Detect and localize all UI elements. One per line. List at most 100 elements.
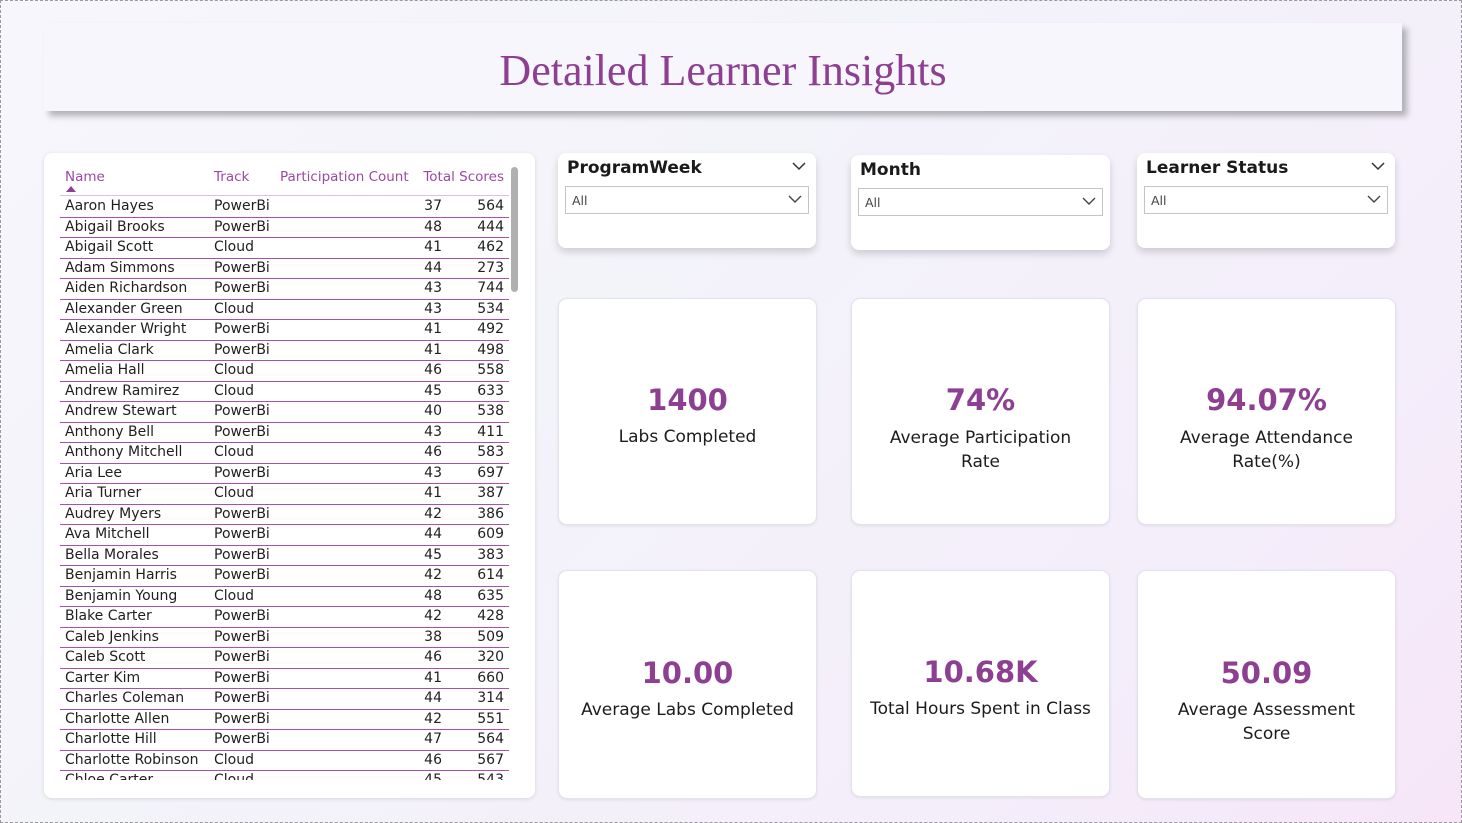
kpi-card-average-assessment-score: 50.09 Average Assessment Score [1137,570,1396,799]
cell-track: PowerBi [214,710,270,727]
cell-track: PowerBi [214,403,270,419]
cell-participation-count: 46 [424,751,442,768]
table-row[interactable]: Benjamin Young Cloud 48 635 [60,587,509,607]
cell-track: Cloud [214,362,254,378]
cell-name: Caleb Jenkins [65,628,159,645]
cell-name: Charles Coleman [65,690,185,706]
cell-participation-count: 48 [424,218,442,235]
table-row[interactable]: Bella Morales PowerBi 45 383 [60,546,509,566]
kpi-value: 1400 [647,383,728,417]
table-row[interactable]: Ava Mitchell PowerBi 44 609 [60,525,509,546]
cell-name: Amelia Hall [65,362,145,378]
cell-track: PowerBi [214,546,270,563]
table-row[interactable]: Amelia Clark PowerBi 41 498 [60,341,509,361]
cell-total-scores: 543 [477,772,504,780]
cell-name: Benjamin Harris [65,567,177,583]
kpi-label: Average Attendance Rate(%) [1180,428,1353,472]
table-row[interactable]: Charlotte Robinson Cloud 46 567 [60,751,509,771]
table-row[interactable]: Caleb Scott PowerBi 46 320 [60,648,509,669]
cell-name: Caleb Scott [65,649,146,665]
cell-name: Audrey Myers [65,505,162,522]
dropdown-value: All [865,195,881,210]
cell-participation-count: 46 [424,649,442,665]
table-row[interactable]: Aiden Richardson PowerBi 43 744 [60,279,509,300]
learner-table[interactable]: Name Track Participation Count Total Sco… [44,153,535,798]
column-header-participation-count[interactable]: Participation Count [280,169,409,185]
table-row[interactable]: Chloe Carter Cloud 45 543 [60,771,509,780]
cell-track: PowerBi [214,628,270,645]
cell-track: PowerBi [214,567,270,583]
cell-total-scores: 509 [477,628,504,645]
table-row[interactable]: Alexander Green Cloud 43 534 [60,300,509,320]
table-row[interactable]: Anthony Mitchell Cloud 46 583 [60,443,509,464]
table-row[interactable]: Blake Carter PowerBi 42 428 [60,607,509,628]
cell-track: PowerBi [214,423,270,440]
cell-total-scores: 567 [477,751,504,768]
cell-track: PowerBi [214,505,270,522]
kpi-value: 50.09 [1220,656,1313,690]
slicer-month[interactable]: Month All [851,155,1110,250]
slicer-learner-status[interactable]: Learner Status All [1137,153,1395,248]
table-row[interactable]: Audrey Myers PowerBi 42 386 [60,505,509,525]
kpi-label: Average Participation Rate [889,428,1072,472]
table-row[interactable]: Aria Turner Cloud 41 387 [60,484,509,505]
cell-name: Blake Carter [65,608,152,624]
table-row[interactable]: Aaron Hayes PowerBi 37 564 [60,197,509,218]
table-row[interactable]: Charlotte Allen PowerBi 42 551 [60,710,509,730]
slicer-programweek[interactable]: ProgramWeek All [558,153,816,248]
slicer-title: ProgramWeek [567,158,702,178]
table-row[interactable]: Charles Coleman PowerBi 44 314 [60,689,509,710]
cell-track: PowerBi [214,464,270,481]
table-row[interactable]: Abigail Scott Cloud 41 462 [60,238,509,259]
chevron-down-icon [1082,197,1096,205]
table-scrollbar[interactable] [511,167,519,785]
slicer-title: Month [860,160,921,180]
kpi-card-labs-completed: 1400 Labs Completed [558,298,817,525]
cell-track: PowerBi [214,669,270,686]
kpi-card-average-participation-rate: 74% Average Participation Rate [851,298,1110,525]
table-row[interactable]: Andrew Stewart PowerBi 40 538 [60,402,509,423]
table-row[interactable]: Andrew Ramirez Cloud 45 633 [60,382,509,402]
table-row[interactable]: Abigail Brooks PowerBi 48 444 [60,218,509,238]
cell-total-scores: 320 [477,649,504,665]
cell-participation-count: 46 [424,444,442,460]
learner-status-dropdown[interactable]: All [1144,186,1388,214]
cell-total-scores: 558 [477,362,504,378]
cell-participation-count: 45 [424,772,442,780]
column-header-track[interactable]: Track [214,169,249,185]
table-row[interactable]: Alexander Wright PowerBi 41 492 [60,320,509,341]
table-row[interactable]: Amelia Hall Cloud 46 558 [60,361,509,382]
chevron-down-icon [788,195,802,203]
cell-participation-count: 42 [424,608,442,624]
cell-participation-count: 40 [424,403,442,419]
table-row[interactable]: Benjamin Harris PowerBi 42 614 [60,566,509,587]
cell-name: Ava Mitchell [65,526,150,542]
table-body: Aaron Hayes PowerBi 37 564 Abigail Brooks Pow… [60,197,509,780]
table-row[interactable]: Aria Lee PowerBi 43 697 [60,464,509,484]
table-row[interactable]: Charlotte Hill PowerBi 47 564 [60,730,509,751]
kpi-label: Average Labs Completed [581,700,794,720]
chevron-down-icon[interactable] [1371,161,1385,171]
kpi-value: 10.68K [923,655,1038,689]
month-dropdown[interactable]: All [858,188,1103,216]
cell-participation-count: 41 [424,669,442,686]
table-row[interactable]: Anthony Bell PowerBi 43 411 [60,423,509,443]
table-row[interactable]: Carter Kim PowerBi 41 660 [60,669,509,689]
cell-total-scores: 614 [477,567,504,583]
chevron-down-icon[interactable] [792,161,806,171]
cell-participation-count: 44 [424,526,442,542]
cell-name: Charlotte Robinson [65,751,199,768]
cell-participation-count: 45 [424,546,442,563]
cell-total-scores: 273 [477,259,504,276]
cell-name: Charlotte Hill [65,731,157,747]
table-row[interactable]: Caleb Jenkins PowerBi 38 509 [60,628,509,648]
cell-total-scores: 564 [477,198,504,214]
scrollbar-thumb[interactable] [511,167,518,292]
cell-participation-count: 42 [424,505,442,522]
table-row[interactable]: Adam Simmons PowerBi 44 273 [60,259,509,279]
column-header-name[interactable]: Name [65,169,105,185]
programweek-dropdown[interactable]: All [565,186,809,214]
column-header-total-scores[interactable]: Total Scores [423,169,504,185]
cell-total-scores: 660 [477,669,504,686]
cell-participation-count: 37 [424,198,442,214]
